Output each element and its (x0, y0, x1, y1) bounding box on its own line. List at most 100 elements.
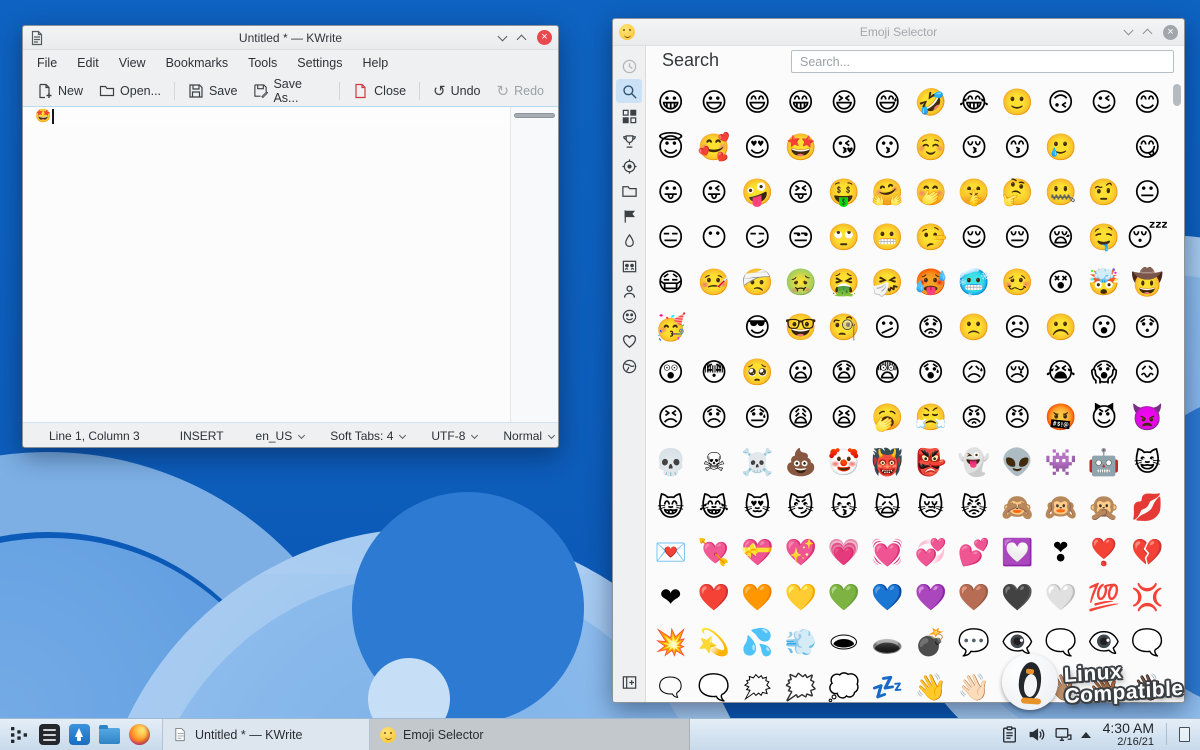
emoji-item[interactable]: 😣 (649, 395, 692, 440)
emoji-item[interactable]: ❤️ (692, 575, 735, 620)
emoji-item[interactable]: 👿 (1126, 395, 1169, 440)
emoji-item[interactable]: 🤮 (822, 260, 865, 305)
emoji-item[interactable]: 🤢 (779, 260, 822, 305)
emoji-item[interactable]: 🙉 (1039, 485, 1082, 530)
scrollbar[interactable] (1173, 84, 1181, 106)
emoji-item[interactable]: 😸 (649, 485, 692, 530)
emoji-item[interactable]: 🤓 (779, 305, 822, 350)
emoji-item[interactable]: 💤 (866, 665, 909, 702)
emoji-item[interactable]: 😙 (996, 125, 1039, 170)
emoji-item[interactable]: 🤑 (822, 170, 865, 215)
emoji-item[interactable]: ☹️ (1039, 305, 1082, 350)
category-people[interactable] (616, 279, 642, 303)
emoji-item[interactable]: 👋🏽 (1039, 665, 1082, 702)
category-flags[interactable] (616, 204, 642, 228)
emoji-item[interactable]: 😁 (779, 80, 822, 125)
category-folder[interactable] (616, 179, 642, 203)
emoji-item[interactable]: 🤩 (779, 125, 822, 170)
emoji-item[interactable]: ❣️ (1082, 530, 1125, 575)
emoji-item[interactable]: 💛 (779, 575, 822, 620)
emoji-item[interactable]: 😱 (1082, 350, 1125, 395)
emoji-item[interactable]: 💘 (692, 530, 735, 575)
file-manager-button[interactable] (97, 723, 121, 747)
emoji-item[interactable]: 😭 (1039, 350, 1082, 395)
emoji-item[interactable]: 🤤 (1082, 215, 1125, 260)
emoji-item[interactable]: 😯 (1126, 305, 1169, 350)
emoji-item[interactable]: 😡 (952, 395, 995, 440)
tab-mode-select[interactable]: Soft Tabs: 4 (320, 429, 415, 443)
emoji-item[interactable]: 😵 (1039, 260, 1082, 305)
emoji-item[interactable]: 🤖 (1082, 440, 1125, 485)
emoji-item[interactable]: 🤔 (996, 170, 1039, 215)
emoji-item[interactable]: 🤕 (736, 260, 779, 305)
emoji-item[interactable]: 🕳 (822, 620, 865, 665)
emoji-item[interactable]: 🤗 (866, 170, 909, 215)
maximize-icon[interactable] (1143, 29, 1153, 39)
emoji-item[interactable]: 😍 (736, 125, 779, 170)
emoji-item[interactable]: 🤣 (909, 80, 952, 125)
emoji-item[interactable]: 🥰 (692, 125, 735, 170)
emoji-item[interactable]: 🙃 (1039, 80, 1082, 125)
emoji-item[interactable]: 😘 (822, 125, 865, 170)
emoji-item[interactable]: 🗯️ (779, 665, 822, 702)
emoji-item[interactable]: 😴 (1126, 215, 1169, 260)
emoji-item[interactable]: 💚 (822, 575, 865, 620)
emoji-item[interactable]: 😹 (692, 485, 735, 530)
kwrite-titlebar[interactable]: Untitled * — KWrite × (23, 26, 558, 50)
kwrite-text-area[interactable]: 🤩 (23, 106, 558, 423)
emoji-item[interactable]: ☠️ (736, 440, 779, 485)
network-icon[interactable] (1054, 725, 1073, 744)
emoji-item[interactable]: 💞 (909, 530, 952, 575)
clipboard-icon[interactable] (1000, 725, 1019, 744)
menu-edit[interactable]: Edit (67, 52, 109, 74)
minimize-icon[interactable] (1124, 26, 1134, 36)
maximize-icon[interactable] (517, 34, 527, 44)
emoji-item[interactable]: 😄 (736, 80, 779, 125)
emoji-item[interactable]: 😰 (909, 350, 952, 395)
emoji-item[interactable]: 🕳️ (866, 620, 909, 665)
category-search[interactable] (616, 79, 642, 103)
input-mode[interactable]: INSERT (170, 429, 234, 443)
emoji-item[interactable]: 😻 (736, 485, 779, 530)
emoji-item[interactable]: 😚 (952, 125, 995, 170)
emoji-item[interactable]: 💨 (779, 620, 822, 665)
emoji-item[interactable]: 🤍 (1039, 575, 1082, 620)
emoji-item[interactable]: 🥲 (1039, 125, 1082, 170)
scrollbar-thumb[interactable] (1173, 84, 1181, 106)
cursor-position[interactable]: Line 1, Column 3 (39, 429, 150, 443)
category-smileys[interactable] (616, 304, 642, 328)
emoji-item[interactable]: 💙 (866, 575, 909, 620)
emoji-item[interactable]: ❤ (649, 575, 692, 620)
emoji-item[interactable]: 👹 (866, 440, 909, 485)
emoji-item[interactable]: 🤠 (1126, 260, 1169, 305)
emoji-item[interactable]: 🗨 (649, 665, 692, 702)
highlighting-select[interactable]: Normal (493, 429, 554, 443)
task-emoji-selector[interactable]: Emoji Selector (370, 719, 690, 750)
emoji-item[interactable]: 😩 (779, 395, 822, 440)
emoji-item[interactable]: 😂 (952, 80, 995, 125)
menu-bookmarks[interactable]: Bookmarks (156, 52, 239, 74)
emoji-item[interactable]: 🧐 (822, 305, 865, 350)
emoji-item[interactable]: 💜 (909, 575, 952, 620)
emoji-item[interactable]: 😆 (822, 80, 865, 125)
emoji-item[interactable]: ☺️ (909, 125, 952, 170)
emoji-item[interactable]: 💋 (1126, 485, 1169, 530)
emoji-item[interactable]: ☠ (692, 440, 735, 485)
emoji-item[interactable]: 💝 (736, 530, 779, 575)
emoji-item[interactable]: ☹ (996, 305, 1039, 350)
emoji-item[interactable]: 😎 (736, 305, 779, 350)
emoji-item[interactable]: 🤨 (1082, 170, 1125, 215)
emoji-item[interactable]: 😧 (822, 350, 865, 395)
category-objects[interactable] (616, 154, 642, 178)
emoji-item[interactable]: 💭 (822, 665, 865, 702)
emoji-item[interactable]: 😈 (1082, 395, 1125, 440)
close-icon[interactable]: × (1163, 25, 1178, 40)
category-food-drink[interactable] (616, 229, 642, 253)
emoji-item[interactable]: 🥴 (996, 260, 1039, 305)
emoji-item[interactable]: ❣ (1039, 530, 1082, 575)
category-activities[interactable] (616, 129, 642, 153)
emoji-item[interactable]: 😬 (866, 215, 909, 260)
emoji-item[interactable]: 🤧 (866, 260, 909, 305)
emoji-item[interactable]: 😳 (692, 350, 735, 395)
emoji-item[interactable]: 😠 (996, 395, 1039, 440)
